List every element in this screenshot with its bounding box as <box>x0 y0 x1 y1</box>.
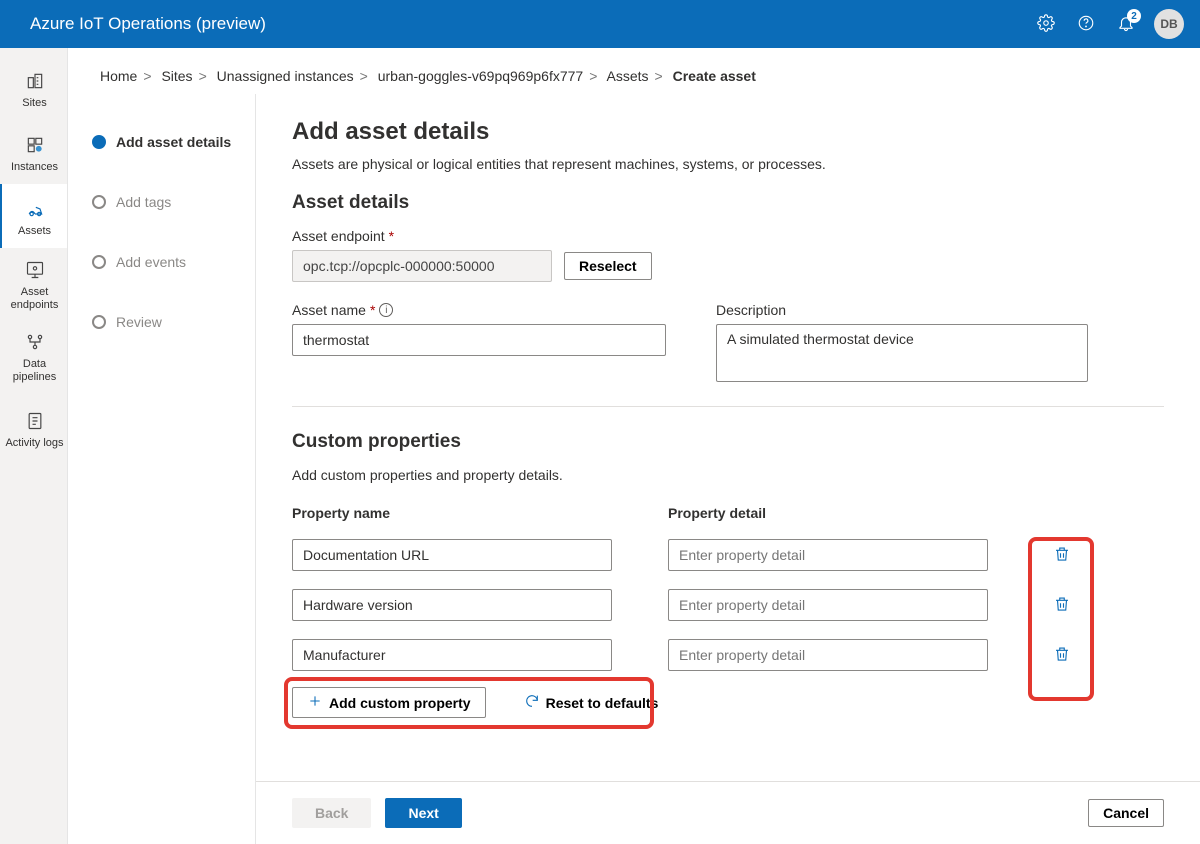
step-indicator-icon <box>92 315 106 329</box>
wizard-stepper: Add asset details Add tags Add events Re… <box>68 94 256 844</box>
product-title: Azure IoT Operations (preview) <box>16 14 266 34</box>
logs-icon <box>25 407 45 435</box>
wizard-footer: Back Next Cancel <box>256 781 1200 844</box>
crumb-current: Create asset <box>673 68 756 84</box>
crumb-sites[interactable]: Sites <box>161 68 192 84</box>
trash-icon <box>1053 545 1071 566</box>
step-add-asset-details[interactable]: Add asset details <box>92 126 243 158</box>
pipelines-icon <box>25 328 45 356</box>
col-property-detail: Property detail <box>668 505 988 521</box>
step-indicator-icon <box>92 195 106 209</box>
custom-properties-table: Property name Property detail <box>292 505 1164 671</box>
avatar[interactable]: DB <box>1154 9 1184 39</box>
info-icon[interactable]: i <box>379 303 393 317</box>
property-row <box>292 539 1164 571</box>
step-indicator-icon <box>92 255 106 269</box>
property-row <box>292 589 1164 621</box>
crumb-assets[interactable]: Assets <box>607 68 649 84</box>
assets-icon <box>25 195 45 223</box>
trash-icon <box>1053 645 1071 666</box>
sites-icon <box>25 67 45 95</box>
description-input[interactable]: A simulated thermostat device <box>716 324 1088 382</box>
asset-name-label: Asset name* i <box>292 302 666 318</box>
crumb-instance[interactable]: urban-goggles-v69pq969p6fx777 <box>378 68 584 84</box>
property-name-input[interactable] <box>292 539 612 571</box>
col-property-name: Property name <box>292 505 612 521</box>
property-detail-input[interactable] <box>668 639 988 671</box>
page-subtitle: Assets are physical or logical entities … <box>292 156 1164 172</box>
next-button[interactable]: Next <box>385 798 461 828</box>
add-custom-property-button[interactable]: Add custom property <box>292 687 486 718</box>
nav-asset-endpoints[interactable]: Asset endpoints <box>0 248 67 320</box>
asset-endpoint-label: Asset endpoint* <box>292 228 1164 244</box>
plus-icon <box>307 693 323 712</box>
breadcrumb: Home> Sites> Unassigned instances> urban… <box>68 48 1200 94</box>
endpoints-icon <box>25 256 45 284</box>
cancel-button[interactable]: Cancel <box>1088 799 1164 827</box>
left-nav: Sites Instances Assets Asset endpoints D… <box>0 48 68 844</box>
nav-sites[interactable]: Sites <box>0 56 67 120</box>
help-icon <box>1077 14 1095 35</box>
nav-instances[interactable]: Instances <box>0 120 67 184</box>
reselect-button[interactable]: Reselect <box>564 252 652 280</box>
section-asset-details: Asset details <box>292 192 1164 214</box>
step-add-events[interactable]: Add events <box>92 246 243 278</box>
asset-name-input[interactable] <box>292 324 666 356</box>
notifications-button[interactable]: 2 <box>1106 4 1146 44</box>
step-indicator-icon <box>92 135 106 149</box>
reset-to-defaults-button[interactable]: Reset to defaults <box>510 688 673 717</box>
delete-row-button[interactable] <box>1052 645 1072 665</box>
asset-endpoint-input <box>292 250 552 282</box>
custom-properties-subtitle: Add custom properties and property detai… <box>292 467 1164 483</box>
step-add-tags[interactable]: Add tags <box>92 186 243 218</box>
step-review[interactable]: Review <box>92 306 243 338</box>
section-custom-properties: Custom properties <box>292 431 1164 453</box>
property-detail-input[interactable] <box>668 589 988 621</box>
top-bar: Azure IoT Operations (preview) 2 DB <box>0 0 1200 48</box>
nav-assets[interactable]: Assets <box>0 184 67 248</box>
notification-badge: 2 <box>1127 9 1141 23</box>
property-row <box>292 639 1164 671</box>
crumb-home[interactable]: Home <box>100 68 137 84</box>
delete-row-button[interactable] <box>1052 595 1072 615</box>
divider <box>292 406 1164 407</box>
crumb-unassigned[interactable]: Unassigned instances <box>217 68 354 84</box>
property-detail-input[interactable] <box>668 539 988 571</box>
page-title: Add asset details <box>292 118 1164 146</box>
back-button: Back <box>292 798 371 828</box>
property-name-input[interactable] <box>292 639 612 671</box>
help-button[interactable] <box>1066 4 1106 44</box>
property-name-input[interactable] <box>292 589 612 621</box>
description-label: Description <box>716 302 1088 318</box>
gear-icon <box>1037 14 1055 35</box>
delete-row-button[interactable] <box>1052 545 1072 565</box>
trash-icon <box>1053 595 1071 616</box>
nav-data-pipelines[interactable]: Data pipelines <box>0 320 67 392</box>
nav-activity-logs[interactable]: Activity logs <box>0 392 67 464</box>
instances-icon <box>25 131 45 159</box>
refresh-icon <box>524 693 540 712</box>
settings-button[interactable] <box>1026 4 1066 44</box>
